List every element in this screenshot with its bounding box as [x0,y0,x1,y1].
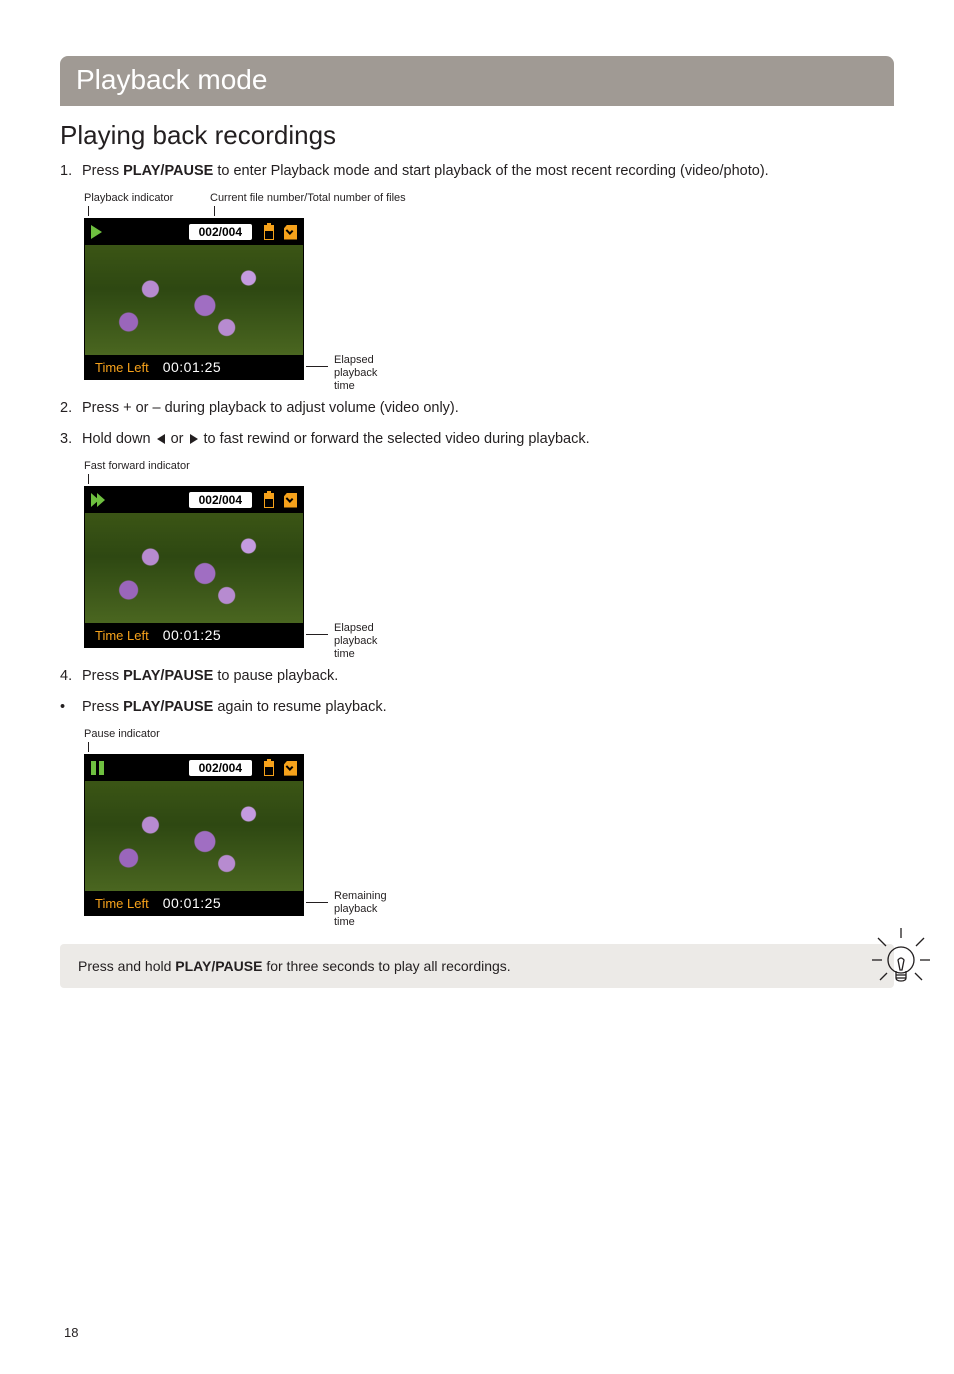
video-thumbnail [85,781,303,891]
video-thumbnail [85,513,303,623]
battery-icon [264,761,274,776]
file-counter: 002/004 [189,492,252,508]
time-left-label: Time Left [95,360,149,375]
text: to fast rewind or forward the selected v… [200,431,590,447]
bullet: • [60,697,82,718]
step-number: 1. [60,161,82,182]
battery-icon [264,493,274,508]
anno-pause-indicator: Pause indicator [84,728,194,740]
text: to pause playback. [213,668,338,684]
anno-remaining-time: Remaining playback time [334,890,387,930]
video-thumbnail [85,245,303,355]
anno-playback-indicator: Playback indicator [84,192,194,204]
text: for three seconds to play all recordings… [262,958,510,974]
pause-icon [91,761,111,775]
text: to enter Playback mode and start playbac… [213,163,768,179]
step-3: 3.Hold down or to fast rewind or forward… [60,429,894,450]
elapsed-time: 00:01:25 [163,895,222,911]
lightbulb-icon [868,926,934,992]
figure-1: Playback indicator Current file number/T… [84,192,894,380]
step-4: 4.Press PLAY/PAUSE to pause playback. [60,666,894,687]
text: Press [82,699,123,715]
step-number: 2. [60,398,82,419]
section-banner: Playback mode [60,56,894,106]
text: again to resume playback. [213,699,386,715]
time-left-label: Time Left [95,896,149,911]
button-label: PLAY/PAUSE [123,163,213,179]
page-number: 18 [64,1325,78,1340]
elapsed-time: 00:01:25 [163,627,222,643]
anno-elapsed-time: Elapsed playback time [334,354,377,394]
step-number: 3. [60,429,82,450]
tip-callout: Press and hold PLAY/PAUSE for three seco… [60,944,894,988]
text: Press + or – during playback to adjust v… [82,400,459,416]
text: Hold down [82,431,155,447]
time-left-label: Time Left [95,628,149,643]
sdcard-icon [284,761,297,776]
sdcard-icon [284,493,297,508]
step-number: 4. [60,666,82,687]
step-2: 2.Press + or – during playback to adjust… [60,398,894,419]
file-counter: 002/004 [189,224,252,240]
figure-3: Pause indicator 002/004 Time Left 00:01:… [84,728,894,916]
anno-ff-indicator: Fast forward indicator [84,460,224,472]
anno-file-count: Current file number/Total number of file… [210,192,406,204]
battery-icon [264,225,274,240]
button-label: PLAY/PAUSE [123,699,213,715]
lcd-screen: 002/004 Time Left 00:01:25 [84,754,304,916]
step-4-sub: •Press PLAY/PAUSE again to resume playba… [60,697,894,718]
button-label: PLAY/PAUSE [175,958,262,974]
left-arrow-icon [157,434,165,444]
anno-elapsed-time: Elapsed playback time [334,622,377,662]
file-counter: 002/004 [189,760,252,776]
subsection-heading: Playing back recordings [60,120,894,151]
fast-forward-icon [91,493,111,507]
text: Press [82,163,123,179]
text: Press and hold [78,958,175,974]
text: or [167,431,188,447]
play-icon [91,225,111,239]
lcd-screen: 002/004 Time Left 00:01:25 [84,486,304,648]
figure-2: Fast forward indicator 002/004 Time Left… [84,460,894,648]
text: Press [82,668,123,684]
elapsed-time: 00:01:25 [163,359,222,375]
step-1: 1.Press PLAY/PAUSE to enter Playback mod… [60,161,894,182]
button-label: PLAY/PAUSE [123,668,213,684]
lcd-screen: 002/004 Time Left 00:01:25 [84,218,304,380]
right-arrow-icon [190,434,198,444]
sdcard-icon [284,225,297,240]
